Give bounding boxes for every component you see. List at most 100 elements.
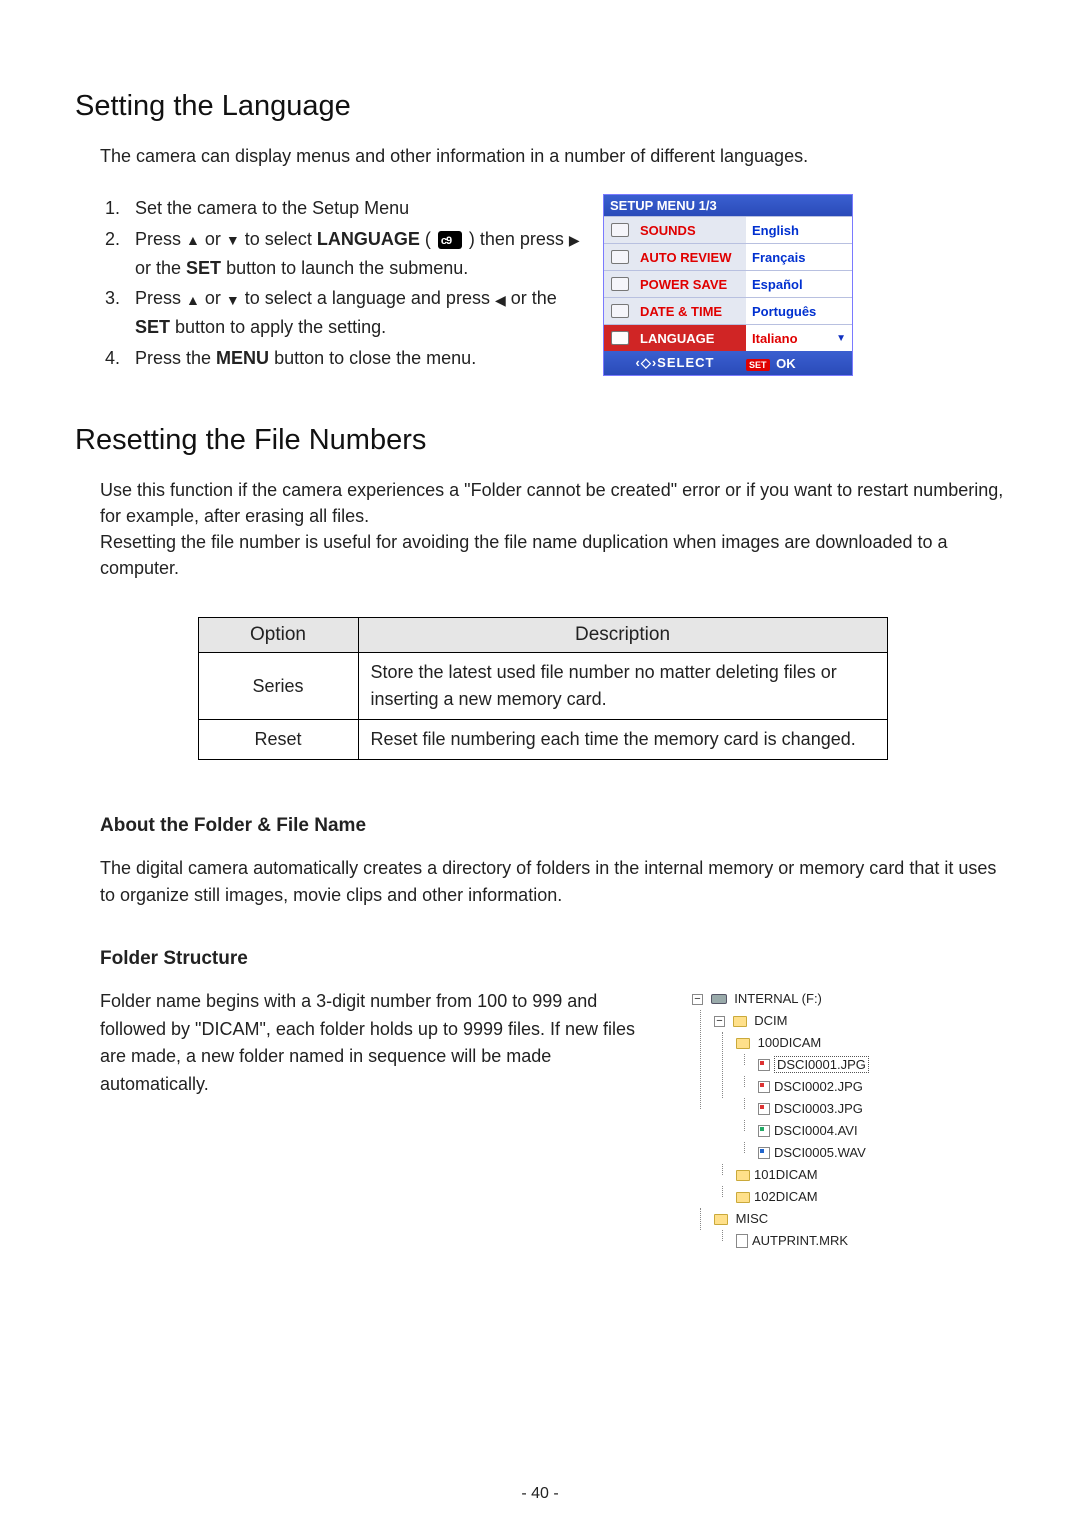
step4-frag-a: Press the xyxy=(135,348,216,368)
folder-icon xyxy=(733,1016,747,1027)
setup-menu-row-language: LANGUAGE Italiano xyxy=(604,324,852,351)
heading-folder-structure: Folder Structure xyxy=(100,948,1010,970)
table-header-description: Description xyxy=(358,618,887,653)
datetime-icon xyxy=(604,297,636,324)
language-step-4: Press the MENU button to close the menu. xyxy=(125,344,595,373)
page-number: - 40 - xyxy=(0,1485,1080,1503)
setup-menu-footer: SELECT SET OK xyxy=(604,351,852,375)
language-steps-list: Set the camera to the Setup Menu Press ▲… xyxy=(125,194,595,373)
row-datetime-label: DATE & TIME xyxy=(636,297,746,324)
footer-select-label: SELECT xyxy=(604,355,746,371)
up-triangle-icon: ▲ xyxy=(186,289,200,311)
step2-frag-c: to select xyxy=(245,229,317,249)
row-autoreview-label: AUTO REVIEW xyxy=(636,243,746,270)
step2-frag-f: or the xyxy=(135,258,186,278)
language-intro-text: The camera can display menus and other i… xyxy=(100,143,1010,169)
audio-file-icon xyxy=(758,1147,770,1159)
table-row: Series Store the latest used file number… xyxy=(198,653,887,720)
step3-set-word: SET xyxy=(135,317,170,337)
tree-autprint-label: AUTPRINT.MRK xyxy=(752,1233,848,1248)
language-step-1: Set the camera to the Setup Menu xyxy=(125,194,595,223)
up-triangle-icon: ▲ xyxy=(186,229,200,251)
heading-reset-file-numbers: Resetting the File Numbers xyxy=(75,424,1010,457)
step2-frag-d: ( xyxy=(425,229,431,249)
left-triangle-icon: ◀ xyxy=(495,289,506,311)
tree-100dicam: 100DICAM DSCI0001.JPG DSCI0002.JPG DSCI0… xyxy=(714,1032,869,1164)
row-powersave-label: POWER SAVE xyxy=(636,270,746,297)
reset-paragraph-1: Use this function if the camera experien… xyxy=(100,477,1010,529)
option-reset: Reset xyxy=(198,720,358,760)
row-language-value: Italiano xyxy=(746,324,852,351)
autoreview-icon xyxy=(604,243,636,270)
language-row-icon xyxy=(604,324,636,351)
tree-misc: MISC AUTPRINT.MRK xyxy=(692,1208,869,1252)
option-series-desc: Store the latest used file number no mat… xyxy=(358,653,887,720)
folder-structure-paragraph: Folder name begins with a 3-digit number… xyxy=(100,988,640,1100)
tree-102-label: 102DICAM xyxy=(754,1189,818,1204)
footer-ok-group: SET OK xyxy=(746,356,852,371)
folder-icon xyxy=(736,1192,750,1203)
drive-icon xyxy=(711,994,727,1004)
tree-file-label: DSCI0002.JPG xyxy=(774,1079,863,1094)
tree-file: DSCI0003.JPG xyxy=(736,1098,869,1120)
tree-file: DSCI0001.JPG xyxy=(736,1054,869,1076)
tree-file-label: DSCI0004.AVI xyxy=(774,1123,858,1138)
language-step-3: Press ▲ or ▼ to select a language and pr… xyxy=(125,284,595,342)
folder-icon xyxy=(736,1170,750,1181)
reset-paragraph-2: Resetting the file number is useful for … xyxy=(100,529,1010,581)
tree-dcim: − DCIM 100DICAM DSCI0001.JPG DSCI0002.JP… xyxy=(692,1010,869,1208)
tree-101-label: 101DICAM xyxy=(754,1167,818,1182)
tree-file-label: DSCI0003.JPG xyxy=(774,1101,863,1116)
step2-frag-g: button to launch the submenu. xyxy=(226,258,468,278)
folder-tree-diagram: − INTERNAL (F:) − DCIM 100DICAM xyxy=(670,988,869,1252)
row-autoreview-value: Français xyxy=(746,243,852,270)
step4-frag-b: button to close the menu. xyxy=(274,348,476,368)
down-triangle-icon: ▼ xyxy=(226,229,240,251)
footer-ok-label: OK xyxy=(776,356,796,371)
option-series: Series xyxy=(198,653,358,720)
step3-frag-e: button to apply the setting. xyxy=(175,317,386,337)
tree-file-label: DSCI0005.WAV xyxy=(774,1145,866,1160)
generic-file-icon xyxy=(736,1234,748,1248)
tree-102dicam: 102DICAM xyxy=(714,1186,869,1208)
heading-about-folder-file: About the Folder & File Name xyxy=(100,815,1010,837)
tree-file: DSCI0004.AVI xyxy=(736,1120,869,1142)
tree-file-label: DSCI0001.JPG xyxy=(774,1056,869,1073)
tree-101dicam: 101DICAM xyxy=(714,1164,869,1186)
option-reset-desc: Reset file numbering each time the memor… xyxy=(358,720,887,760)
step2-frag-a: Press xyxy=(135,229,186,249)
row-sounds-label: SOUNDS xyxy=(636,216,746,243)
step3-frag-b: or xyxy=(205,288,226,308)
row-powersave-value: Español xyxy=(746,270,852,297)
tree-misc-label: MISC xyxy=(736,1211,769,1226)
tree-root: − INTERNAL (F:) − DCIM 100DICAM xyxy=(670,988,869,1252)
image-file-icon xyxy=(758,1103,770,1115)
about-folder-paragraph: The digital camera automatically creates… xyxy=(100,855,1010,907)
setup-menu-row-datetime: DATE & TIME Português xyxy=(604,297,852,324)
row-datetime-value: Português xyxy=(746,297,852,324)
step3-frag-c: to select a language and press xyxy=(245,288,495,308)
step3-frag-d: or the xyxy=(511,288,557,308)
row-sounds-value: English xyxy=(746,216,852,243)
collapse-icon: − xyxy=(692,994,703,1005)
language-osd-icon xyxy=(438,231,462,249)
step2-frag-e: ) then press xyxy=(469,229,569,249)
step2-set-word: SET xyxy=(186,258,221,278)
tree-dcim-label: DCIM xyxy=(754,1013,787,1028)
video-file-icon xyxy=(758,1125,770,1137)
down-triangle-icon: ▼ xyxy=(226,289,240,311)
folder-icon xyxy=(714,1214,728,1225)
setup-menu-header: SETUP MENU 1/3 xyxy=(604,195,852,216)
tree-root-label: INTERNAL (F:) xyxy=(734,991,822,1006)
image-file-icon xyxy=(758,1059,770,1071)
step3-frag-a: Press xyxy=(135,288,186,308)
table-row: Reset Reset file numbering each time the… xyxy=(198,720,887,760)
table-header-option: Option xyxy=(198,618,358,653)
setup-menu-screenshot: SETUP MENU 1/3 SOUNDS English AUTO REVIE… xyxy=(603,194,853,376)
setup-menu-row-autoreview: AUTO REVIEW Français xyxy=(604,243,852,270)
sounds-icon xyxy=(604,216,636,243)
step4-menu-word: MENU xyxy=(216,348,269,368)
tree-file: DSCI0005.WAV xyxy=(736,1142,869,1164)
row-language-label: LANGUAGE xyxy=(636,324,746,351)
folder-icon xyxy=(736,1038,750,1049)
